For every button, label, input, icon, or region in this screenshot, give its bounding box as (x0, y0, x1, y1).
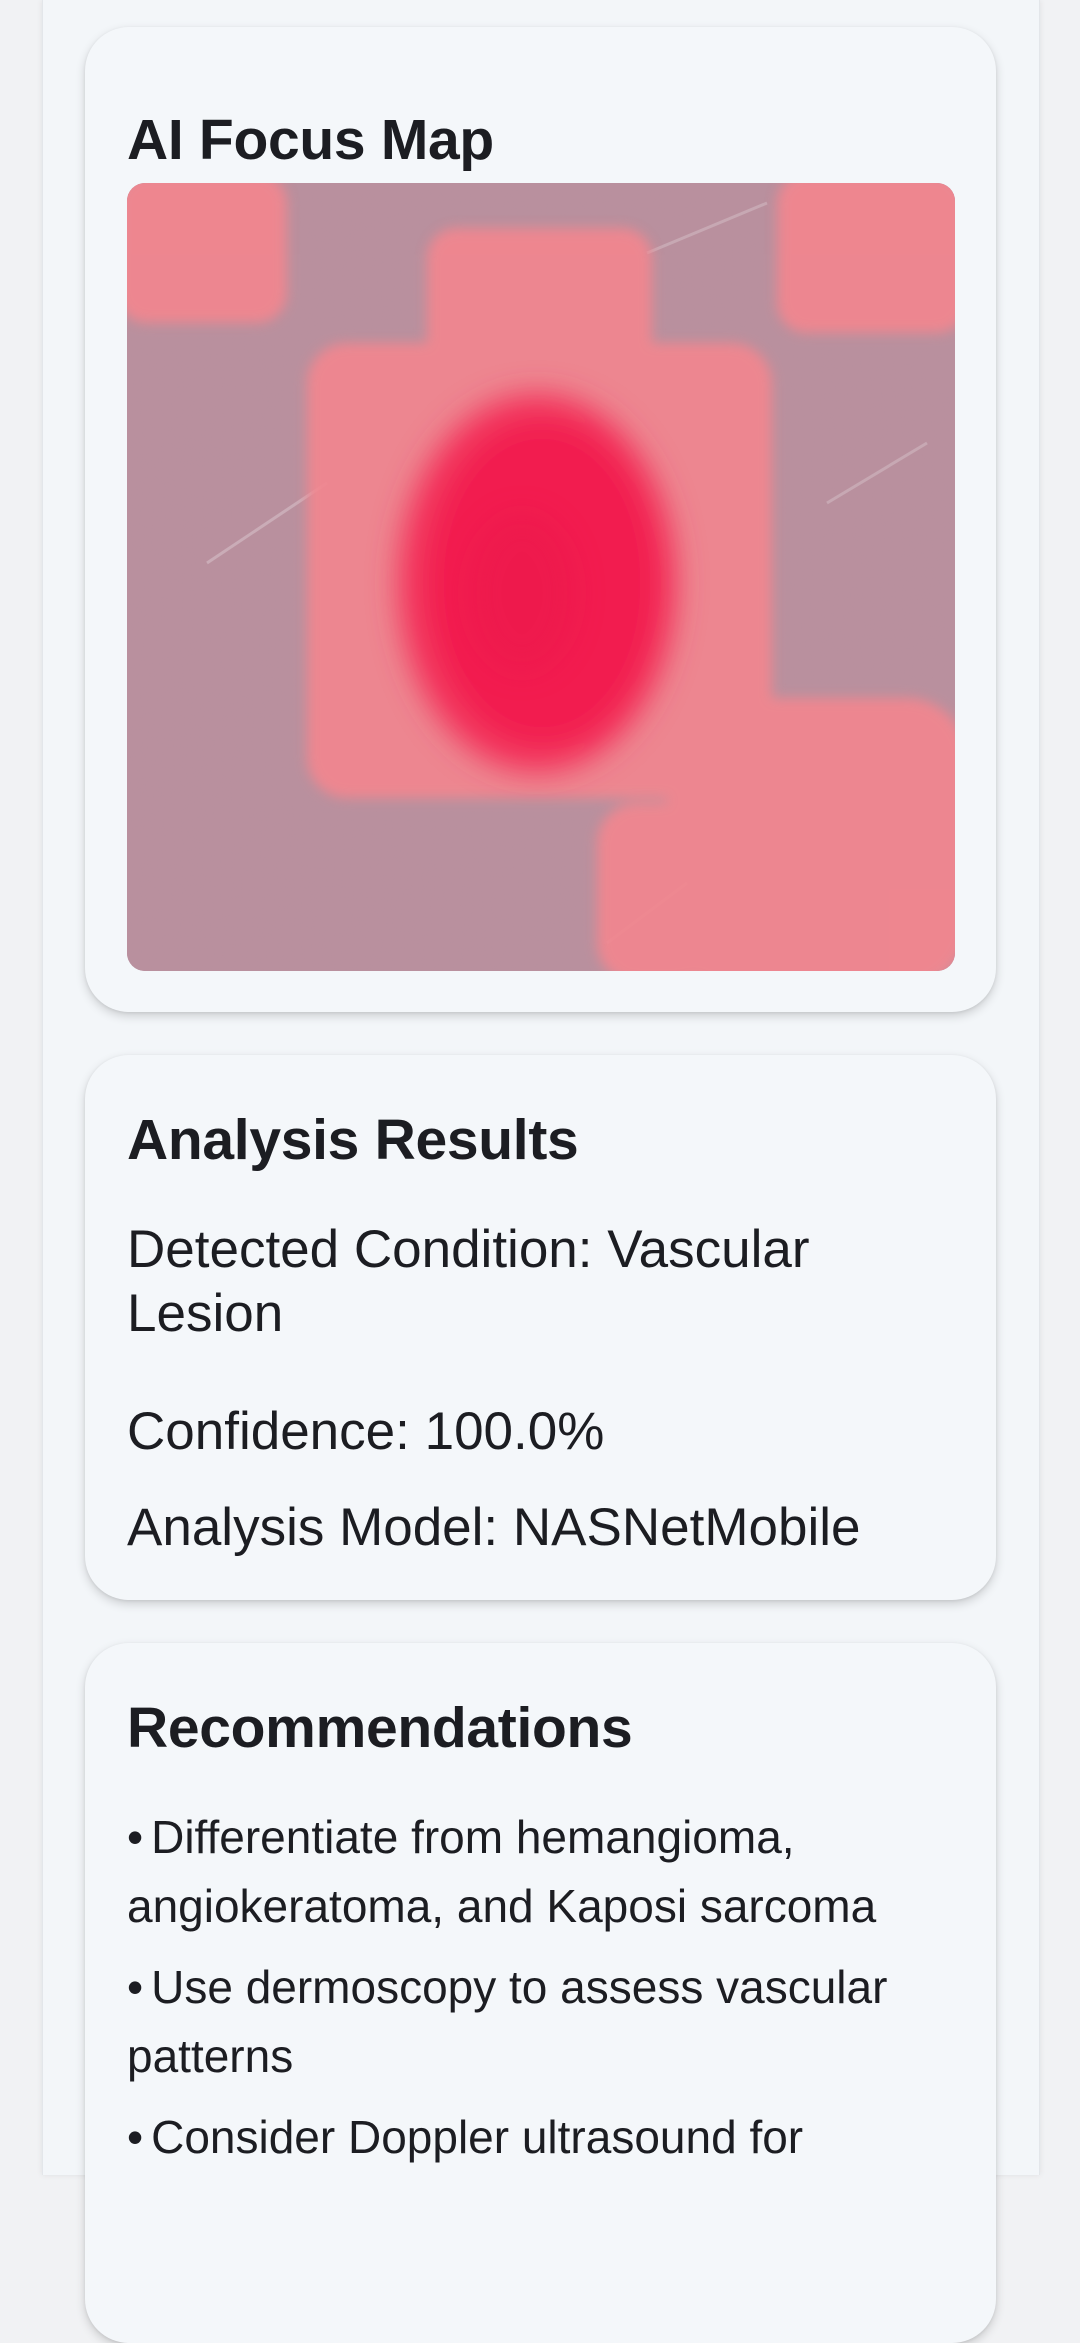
recommendations-card: Recommendations • Differentiate from hema… (85, 1643, 996, 2343)
focus-map-title: AI Focus Map (127, 108, 494, 172)
confidence-label: Confidence: (127, 1402, 410, 1461)
list-item: • Differentiate from hemangioma, angioker… (127, 1803, 966, 1941)
detected-condition-label: Detected Condition: (127, 1220, 593, 1279)
list-item: • Consider Doppler ultrasound for (127, 2103, 966, 2172)
bullet: • (127, 1961, 144, 2013)
list-item: • Use dermoscopy to assess vascular patte… (127, 1953, 966, 2091)
recommendation-text: Use dermoscopy to assess vascular patter… (127, 1961, 888, 2082)
confidence-value: 100.0% (424, 1402, 605, 1461)
bullet: • (127, 1811, 144, 1863)
recommendation-text: Differentiate from hemangioma, angiokera… (127, 1811, 877, 1932)
detected-condition: Detected Condition: Vascular Lesion (127, 1218, 954, 1346)
confidence: Confidence: 100.0% (127, 1400, 954, 1464)
analysis-model-value: NASNetMobile (512, 1498, 861, 1557)
bullet: • (127, 2111, 144, 2163)
analysis-model: Analysis Model: NASNetMobile (127, 1496, 954, 1560)
analysis-results-title: Analysis Results (127, 1108, 579, 1172)
recommendation-text: Consider Doppler ultrasound for (151, 2111, 804, 2163)
analysis-model-label: Analysis Model: (127, 1498, 499, 1557)
attention-heatmap (127, 183, 955, 971)
focus-map-image (127, 183, 955, 971)
recommendations-list: • Differentiate from hemangioma, angioker… (127, 1803, 966, 2184)
page-container: AI Focus Map Analysis Results Detected C… (42, 0, 1040, 2343)
analysis-results-card: Analysis Results Detected Condition: Vas… (85, 1055, 996, 1600)
focus-map-card: AI Focus Map (85, 27, 996, 1012)
recommendations-title: Recommendations (127, 1696, 633, 1760)
